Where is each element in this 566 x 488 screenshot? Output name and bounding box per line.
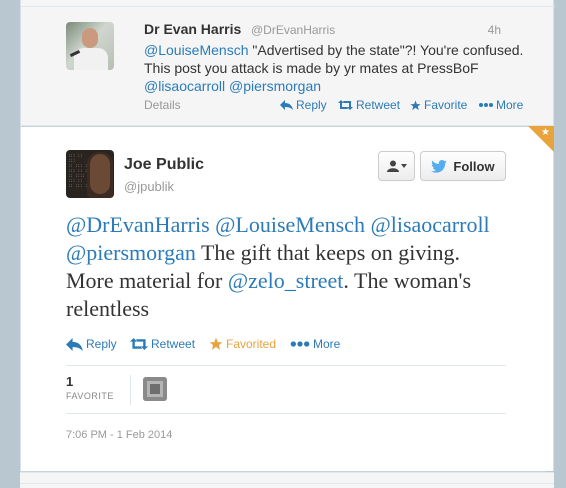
- mention-link[interactable]: @zelo_street: [228, 268, 344, 293]
- reply-label: Reply: [86, 337, 117, 351]
- tweet-actions: Details Reply Retweet Favorite More: [144, 98, 524, 114]
- twitter-bird-icon: [431, 159, 448, 173]
- favorited-button[interactable]: Favorited: [209, 337, 276, 351]
- tweet-time[interactable]: 4h: [488, 23, 501, 37]
- mention-link[interactable]: @piersmorgan: [66, 240, 196, 265]
- follow-button[interactable]: Follow: [420, 151, 506, 181]
- reply-icon: [280, 100, 293, 110]
- author-handle[interactable]: @jpublik: [124, 179, 174, 194]
- parent-tweet[interactable]: Dr Evan Harris @DrEvanHarris 4h @LouiseM…: [20, 0, 555, 126]
- user-actions-button[interactable]: [378, 151, 415, 181]
- divider: [66, 365, 506, 366]
- reply-button[interactable]: Reply: [280, 98, 327, 112]
- favorite-stat-label[interactable]: FAVORITE: [66, 391, 114, 401]
- mention-link[interactable]: @lisaocarroll: [144, 78, 225, 94]
- favoriter-avatar[interactable]: [143, 377, 167, 401]
- avatar[interactable]: [66, 22, 114, 70]
- retweet-label: Retweet: [356, 98, 401, 112]
- tweet-text: @LouiseMensch "Advertised by the state"?…: [144, 41, 524, 95]
- author-handle[interactable]: @DrEvanHarris: [251, 23, 335, 37]
- favorited-label: Favorited: [226, 337, 277, 351]
- reply-button[interactable]: Reply: [66, 337, 117, 351]
- mention-link[interactable]: @LouiseMensch: [215, 212, 365, 237]
- more-label: More: [313, 337, 341, 351]
- divider: [130, 375, 131, 405]
- mention-link[interactable]: @piersmorgan: [229, 78, 321, 94]
- mention-link[interactable]: @DrEvanHarris: [66, 212, 210, 237]
- favorite-button[interactable]: Favorite: [410, 98, 467, 112]
- page-background-left: [0, 0, 20, 488]
- retweet-icon: [130, 338, 148, 350]
- favorite-star-icon: [209, 337, 223, 351]
- retweet-label: Retweet: [151, 337, 196, 351]
- favorite-star-icon: [410, 99, 421, 111]
- user-menu-icon: [386, 160, 399, 172]
- favorite-count[interactable]: 1: [66, 374, 73, 389]
- avatar[interactable]: ::: :: ::::: ::: ::::: :: ::: ::::::: ::…: [66, 150, 114, 198]
- details-link[interactable]: Details: [144, 98, 181, 112]
- tweet-timestamp[interactable]: 7:06 PM - 1 Feb 2014: [66, 429, 172, 441]
- favorite-star-icon: ★: [541, 127, 550, 138]
- tweet-actions: Reply Retweet Favorited More: [66, 337, 506, 355]
- author-name[interactable]: Joe Public: [124, 156, 204, 174]
- mention-link[interactable]: @lisaocarroll: [370, 212, 489, 237]
- main-tweet[interactable]: ★ ::: :: ::::: ::: ::::: :: ::: ::::::: …: [20, 126, 554, 471]
- retweet-button[interactable]: Retweet: [130, 337, 195, 351]
- follow-label: Follow: [453, 158, 495, 174]
- divider: [21, 6, 555, 7]
- divider: [66, 413, 506, 414]
- more-button[interactable]: More: [479, 98, 523, 112]
- more-dots-icon: [479, 102, 493, 108]
- more-dots-icon: [290, 340, 310, 348]
- chevron-down-icon: [400, 164, 407, 168]
- tweet-text: @DrEvanHarris @LouiseMensch @lisaocarrol…: [66, 211, 506, 323]
- mention-link[interactable]: @LouiseMensch: [144, 42, 249, 58]
- author-name[interactable]: Dr Evan Harris: [144, 21, 241, 37]
- more-label: More: [496, 98, 524, 112]
- more-button[interactable]: More: [290, 337, 340, 351]
- reply-icon: [66, 337, 83, 351]
- favorite-label: Favorite: [424, 98, 468, 112]
- reply-label: Reply: [296, 98, 327, 112]
- retweet-button[interactable]: Retweet: [338, 98, 400, 112]
- next-tweet-strip: [20, 472, 554, 488]
- retweet-icon: [338, 100, 353, 110]
